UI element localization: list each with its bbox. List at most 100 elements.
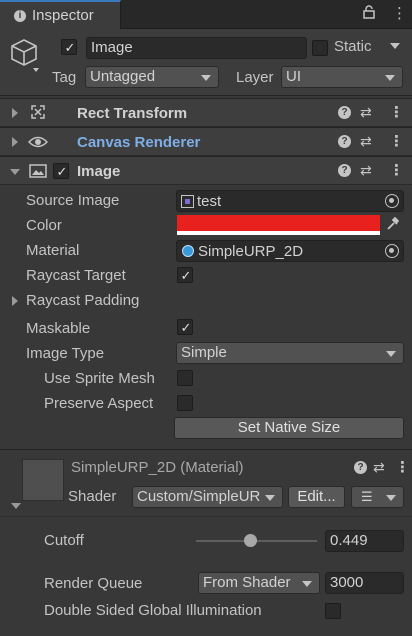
component-canvas-renderer[interactable]: Canvas Renderer ? ⇄ ⋮ [0,127,412,156]
divider [0,449,412,450]
static-checkbox[interactable] [312,40,328,56]
cutoff-value-input[interactable]: 0.449 [325,530,404,552]
raycast-target-checkbox[interactable]: ✓ [177,267,193,283]
object-picker-icon[interactable] [385,244,399,258]
source-image-label: Source Image [26,192,120,209]
use-sprite-mesh-checkbox[interactable] [177,370,193,386]
shader-dropdown[interactable]: Custom/SimpleUR [132,486,283,508]
more-vertical-icon[interactable]: ⋮ [389,103,404,121]
eyedropper-icon[interactable] [385,216,400,236]
object-name-input[interactable]: Image [86,37,307,59]
presets-icon[interactable]: ⇄ [360,133,372,150]
foldout-collapsed-icon[interactable] [12,108,18,118]
checkmark-icon: ✓ [180,320,192,335]
maskable-checkbox[interactable]: ✓ [177,319,193,335]
presets-icon[interactable]: ⇄ [373,459,385,476]
image-type-label: Image Type [26,345,105,362]
divider [0,516,412,517]
eye-icon [27,135,49,153]
image-type-value: Simple [181,344,227,361]
material-value: SimpleURP_2D [198,243,304,260]
render-queue-mode-dropdown[interactable]: From Shader [198,572,320,594]
tag-value: Untagged [90,68,156,85]
render-queue-value-input[interactable]: 3000 [325,572,404,594]
component-title: Image [77,163,121,180]
help-icon[interactable]: ? [338,164,351,177]
image-icon [29,163,47,183]
chevron-down-icon [302,581,312,587]
checkmark-icon: ✓ [180,268,192,283]
tag-label: Tag [52,69,77,86]
shader-label: Shader [68,488,117,505]
chevron-down-icon [385,75,395,81]
render-queue-label: Render Queue [44,575,143,592]
component-image[interactable]: ✓ Image ? ⇄ ⋮ [0,156,412,185]
material-field[interactable]: SimpleURP_2D [176,240,404,262]
foldout-collapsed-icon[interactable] [12,296,18,306]
maskable-label: Maskable [26,320,91,337]
set-native-size-button[interactable]: Set Native Size [174,417,404,439]
component-rect-transform[interactable]: Rect Transform ? ⇄ ⋮ [0,98,412,127]
source-image-field[interactable]: test [176,190,404,212]
more-vertical-icon[interactable]: ⋮ [395,458,410,476]
chevron-down-icon [386,495,396,501]
component-title: Canvas Renderer [77,134,201,151]
source-image-value: test [197,193,222,210]
chevron-down-icon [201,75,211,81]
preserve-aspect-checkbox[interactable] [177,395,193,411]
shader-value: Custom/SimpleUR [137,488,261,505]
cutoff-slider-thumb[interactable] [244,534,258,547]
object-header: ✓ Image Static Tag Untagged Layer UI [0,29,412,96]
help-icon[interactable]: ? [354,461,367,474]
chevron-down-icon [265,495,275,501]
edit-shader-button[interactable]: Edit... [288,486,345,508]
cutoff-label: Cutoff [44,532,84,549]
rect-transform-icon [30,104,46,124]
presets-icon[interactable]: ⇄ [360,162,372,179]
sprite-icon [181,195,194,208]
material-sphere-icon [182,245,194,257]
double-sided-gi-label: Double Sided Global Illumination [44,602,262,619]
layer-dropdown[interactable]: UI [281,66,403,88]
material-title: SimpleURP_2D (Material) [71,459,244,476]
use-sprite-mesh-label: Use Sprite Mesh [44,370,155,387]
more-vertical-icon[interactable]: ⋮ [389,161,404,179]
raycast-padding-label[interactable]: Raycast Padding [26,292,139,309]
color-swatch[interactable] [177,215,380,235]
tag-dropdown[interactable]: Untagged [85,66,219,88]
double-sided-gi-checkbox[interactable] [325,603,341,619]
foldout-expanded-icon[interactable] [11,503,21,509]
gameobject-cube-icon[interactable] [8,37,40,79]
material-preview [22,459,64,501]
checkmark-icon: ✓ [64,40,76,55]
inspector-tab-bar: i Inspector ⋮ [0,0,412,29]
static-dropdown-caret-icon[interactable] [390,43,400,49]
presets-icon[interactable]: ⇄ [360,104,372,121]
layer-label: Layer [236,69,274,86]
preserve-aspect-label: Preserve Aspect [44,395,154,412]
lock-icon[interactable] [363,5,375,22]
more-vertical-icon[interactable]: ⋮ [392,4,407,22]
list-icon: ☰ [361,489,373,504]
image-type-dropdown[interactable]: Simple [176,342,404,364]
checkmark-icon: ✓ [56,164,68,179]
shader-options-dropdown[interactable]: ☰ [351,486,404,508]
tab-title: Inspector [32,7,94,24]
raycast-target-label: Raycast Target [26,267,126,284]
active-checkbox[interactable]: ✓ [61,39,77,55]
help-icon[interactable]: ? [338,135,351,148]
color-label: Color [26,217,62,234]
more-vertical-icon[interactable]: ⋮ [389,132,404,150]
help-icon[interactable]: ? [338,106,351,119]
info-icon: i [14,10,26,22]
layer-value: UI [286,68,301,85]
component-title: Rect Transform [77,105,188,122]
foldout-collapsed-icon[interactable] [12,137,18,147]
inspector-tab[interactable]: i Inspector [0,0,121,29]
object-picker-icon[interactable] [385,194,399,208]
static-label: Static [334,38,372,55]
material-label: Material [26,242,80,259]
render-queue-mode-value: From Shader [203,574,291,591]
foldout-expanded-icon[interactable] [10,169,20,175]
image-enabled-checkbox[interactable]: ✓ [53,163,69,179]
